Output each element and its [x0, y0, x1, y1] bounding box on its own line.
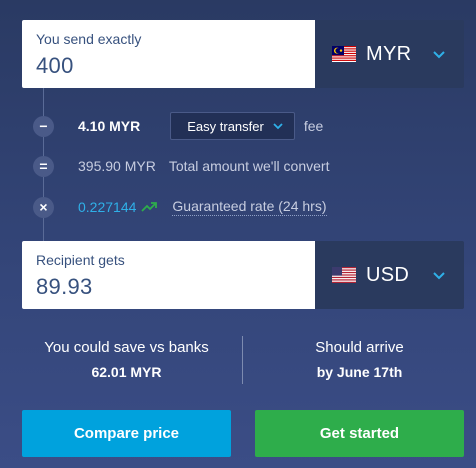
savings-amount: 62.01 MYR [91, 364, 162, 380]
transfer-type-label: Easy transfer [187, 118, 264, 134]
send-amount-input[interactable]: 400 [36, 53, 301, 79]
receive-amount-box: Recipient gets 89.93 USD [22, 241, 464, 309]
info-divider [242, 336, 243, 384]
receive-amount-field[interactable]: Recipient gets 89.93 [22, 241, 315, 309]
convert-label: Total amount we'll convert [168, 158, 330, 174]
compare-price-button[interactable]: Compare price [22, 410, 231, 457]
receive-amount-label: Recipient gets [36, 252, 125, 268]
savings-info: You could save vs banks 62.01 MYR [22, 339, 231, 380]
trend-up-icon [141, 202, 158, 212]
savings-title: You could save vs banks [44, 339, 209, 356]
multiply-icon: × [33, 196, 54, 218]
convert-row: = 395.90 MYR Total amount we'll convert [33, 155, 329, 177]
get-started-button[interactable]: Get started [255, 410, 464, 457]
malaysia-flag-icon [332, 46, 356, 62]
chevron-down-icon [433, 51, 445, 59]
send-amount-label: You send exactly [36, 31, 142, 47]
fee-amount: 4.10 MYR [78, 118, 141, 134]
send-amount-box: You send exactly 400 MYR [22, 20, 464, 88]
chevron-down-icon [433, 272, 445, 280]
minus-icon: − [33, 115, 54, 137]
usa-flag-icon [332, 267, 356, 283]
send-amount-field[interactable]: You send exactly 400 [22, 20, 315, 88]
guaranteed-rate-link[interactable]: Guaranteed rate (24 hrs) [172, 198, 327, 216]
arrival-date: by June 17th [316, 364, 403, 380]
rate-row: × 0.227144 Guaranteed rate (24 hrs) [33, 196, 327, 218]
send-currency-select[interactable]: MYR [315, 20, 464, 88]
receive-amount-input[interactable]: 89.93 [36, 274, 301, 300]
convert-amount: 395.90 MYR [78, 158, 156, 174]
transfer-type-select[interactable]: Easy transfer [170, 112, 295, 140]
receive-currency-select[interactable]: USD [315, 241, 464, 309]
equals-icon: = [33, 155, 54, 177]
receive-currency-code: USD [366, 263, 410, 286]
arrival-info: Should arrive by June 17th [255, 339, 464, 380]
arrival-title: Should arrive [315, 339, 404, 356]
chevron-down-icon [273, 123, 283, 130]
fee-label: fee [303, 118, 324, 134]
rate-value: 0.227144 [78, 199, 137, 215]
send-currency-code: MYR [366, 42, 412, 65]
fee-row: − 4.10 MYR Easy transfer fee [33, 112, 324, 140]
